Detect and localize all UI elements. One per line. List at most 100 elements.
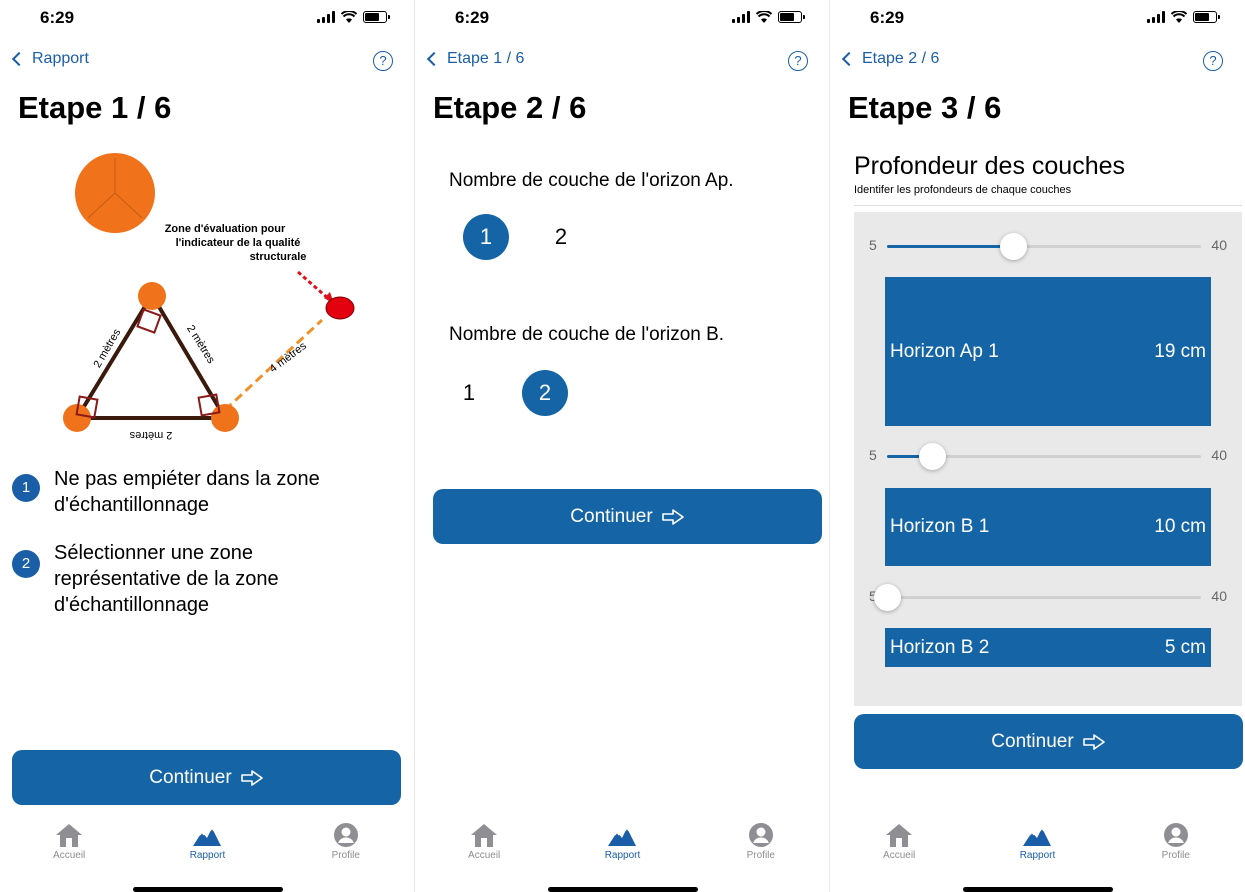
tab-profile[interactable]: Profile [701,822,821,872]
tab-rapport[interactable]: Rapport [562,822,682,872]
back-button[interactable]: Rapport [10,50,89,68]
screen-step-3: 6:29 Etape 2 / 6 ? Etape 3 / 6 Profondeu… [830,0,1245,892]
status-time: 6:29 [870,8,905,27]
slider-track[interactable] [874,584,1201,611]
instruction-step-2: 2 Sélectionner une zone représentative d… [12,540,392,618]
right-vertex [211,404,239,432]
home-indicator [133,887,283,892]
tab-label: Profile [1161,850,1190,861]
horizon-name: Horizon B 2 [890,636,990,658]
slider-thumb[interactable] [999,233,1027,260]
status-icons [317,11,390,23]
home-icon [471,824,498,847]
step-number-badge: 2 [12,550,40,578]
slider-track[interactable] [887,443,1201,470]
horizon-block-b-2: Horizon B 2 5 cm [885,628,1211,667]
help-icon[interactable]: ? [788,51,808,71]
battery-icon [363,11,390,23]
continue-label: Continuer [570,505,653,527]
tab-label: Profile [746,850,775,861]
tab-profile[interactable]: Profile [286,822,406,872]
continue-button[interactable]: Continuer [854,714,1243,769]
tab-rapport[interactable]: Rapport [147,822,267,872]
horizon-block-b-1: Horizon B 1 10 cm [885,488,1211,566]
help-icon[interactable]: ? [1203,51,1223,71]
tab-bar: Accueil Rapport Profile [0,822,415,872]
back-label: Etape 2 / 6 [862,50,940,67]
tab-bar: Accueil Rapport Profile [830,822,1245,872]
home-icon [886,824,913,847]
tab-bar: Accueil Rapport Profile [415,822,830,872]
b-option-2[interactable]: 2 [522,370,568,416]
chevron-left-icon [11,51,27,67]
user-icon [1163,823,1188,847]
slider-max: 40 [1211,588,1227,604]
continue-button[interactable]: Continuer [12,750,401,805]
slider-max: 40 [1211,447,1227,463]
zone-title-line-1: Zone d'évaluation pour [165,223,286,235]
arrow-right-icon [240,769,263,786]
tab-accueil[interactable]: Accueil [424,822,544,872]
tab-profile[interactable]: Profile [1116,822,1236,872]
tab-label: Accueil [53,850,86,861]
evaluation-zone-marker [325,296,355,320]
ap-option-1[interactable]: 1 [463,214,509,260]
question-b-label: Nombre de couche de l'orizon B. [449,324,725,345]
section-divider [854,205,1242,206]
tab-label: Rapport [604,850,641,861]
tab-accueil[interactable]: Accueil [839,822,959,872]
page-title: Etape 3 / 6 [848,90,1002,125]
step-number-badge: 1 [12,474,40,502]
home-indicator [548,887,698,892]
arrow-right-icon [1082,733,1105,750]
slider-thumb[interactable] [918,443,946,470]
chevron-left-icon [426,51,442,67]
horizon-depth: 19 cm [1154,340,1206,362]
mountains-icon [1023,826,1052,846]
depth-slider-ap-1[interactable]: 5 40 [869,231,1227,261]
tab-label: Accueil [468,850,501,861]
status-icons [1147,11,1220,23]
arrow-right-icon [661,508,684,525]
signal-icon [732,11,750,23]
screen-step-1: 6:29 Rapport ? Etape 1 / 6 Zone d'évalua… [0,0,415,892]
b-option-1[interactable]: 1 [446,370,492,416]
ap-option-2[interactable]: 2 [538,214,584,260]
continue-label: Continuer [991,730,1074,752]
continue-label: Continuer [149,766,232,788]
screen-step-2: 6:29 Etape 1 / 6 ? Etape 2 / 6 Nombre de… [415,0,830,892]
step-text: Sélectionner une zone représentative de … [54,542,279,616]
depth-slider-b-1[interactable]: 5 40 [869,441,1227,471]
tab-label: Rapport [1019,850,1056,861]
tab-rapport[interactable]: Rapport [977,822,1097,872]
user-icon [333,823,358,847]
back-label: Etape 1 / 6 [447,50,525,67]
tab-accueil[interactable]: Accueil [9,822,129,872]
horizon-name: Horizon Ap 1 [890,340,999,362]
slider-min: 5 [869,237,877,253]
chevron-left-icon [841,51,857,67]
slider-thumb[interactable] [874,584,901,611]
help-icon[interactable]: ? [373,51,393,71]
slider-track[interactable] [887,233,1201,260]
mountains-icon [608,826,637,846]
back-button[interactable]: Etape 1 / 6 [425,50,524,68]
question-ap-label: Nombre de couche de l'orizon Ap. [449,170,734,191]
depth-panel: 5 40 Horizon Ap 1 19 cm 5 40 Horizon B 1… [854,212,1242,706]
horizon-depth: 10 cm [1154,516,1206,537]
depth-slider-b-2[interactable]: 5 40 [869,582,1227,612]
wifi-icon [1171,11,1187,23]
back-button[interactable]: Etape 2 / 6 [840,50,939,68]
home-indicator [963,887,1113,892]
slider-max: 40 [1211,237,1227,253]
tab-label: Profile [331,850,360,861]
slider-min: 5 [869,447,877,463]
status-time: 6:29 [455,8,490,27]
zone-title-line-3: structurale [250,251,307,263]
signal-icon [317,11,335,23]
battery-icon [1193,11,1220,23]
section-subtitle: Identifer les profondeurs de chaque couc… [854,184,1072,196]
continue-button[interactable]: Continuer [433,489,822,544]
page-title: Etape 1 / 6 [18,90,172,125]
sampling-diagram: Zone d'évaluation pour l'indicateur de l… [63,153,355,441]
